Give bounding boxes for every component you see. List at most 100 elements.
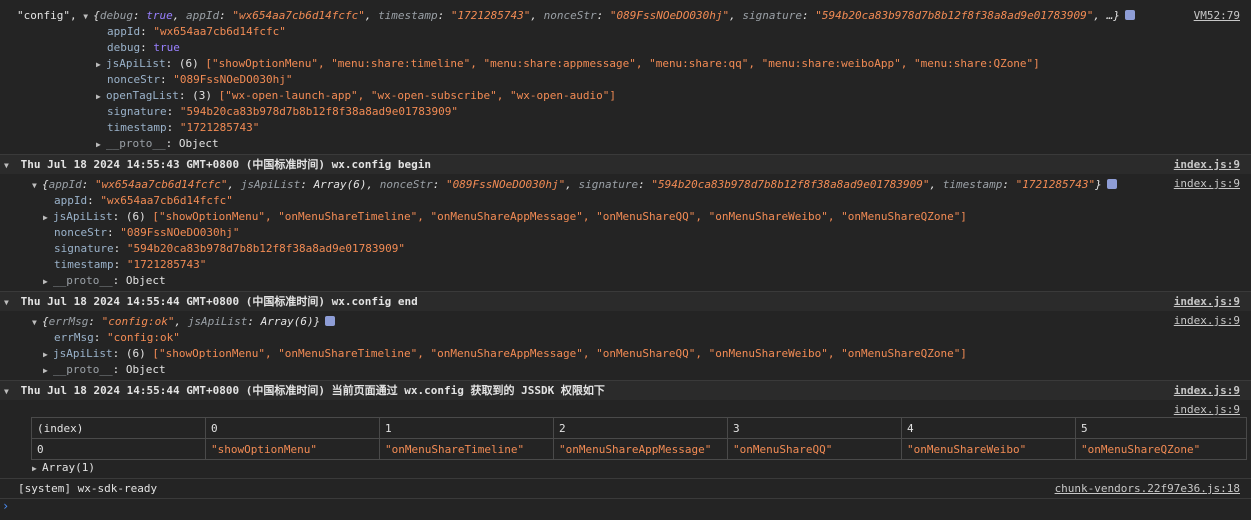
info-badge-icon[interactable]	[1124, 10, 1135, 20]
array-summary-row[interactable]: ▶ Array(1)	[32, 461, 95, 476]
table-header-cell[interactable]: 0	[205, 417, 380, 439]
preview-value: "1721285743"	[1015, 178, 1096, 191]
table-header-cell[interactable]: (index)	[31, 417, 206, 439]
prop-value: "config:ok"	[107, 331, 180, 344]
table-header-cell[interactable]: 1	[379, 417, 554, 439]
source-link[interactable]: index.js:9	[1174, 158, 1240, 172]
prop-value: Object	[125, 363, 166, 376]
collapse-triangle-icon[interactable]: ▶	[96, 58, 106, 72]
table-cell: "onMenuShareWeibo"	[901, 438, 1076, 460]
prop-key: nonceStr	[54, 226, 107, 239]
preview-value: "089FssNOeDO030hj"	[446, 178, 566, 191]
object-preview-line[interactable]: ▼ {appId: "wx654aa7cb6d14fcfc", jsApiList…	[32, 178, 1117, 193]
prop-row-jsapilist[interactable]: ▶ jsApiList: (6) ["showOptionMenu", "onMe…	[43, 347, 967, 362]
source-link[interactable]: index.js:9	[1174, 384, 1240, 398]
expand-triangle-icon[interactable]: ▼	[32, 179, 42, 193]
collapse-triangle-icon[interactable]: ▶	[43, 211, 53, 225]
source-link[interactable]: index.js:9	[1174, 295, 1240, 309]
expand-triangle-icon[interactable]: ▼	[4, 159, 14, 173]
prop-row: nonceStr: "089FssNOeDO030hj"	[54, 226, 240, 239]
table-header-cell[interactable]: 3	[727, 417, 902, 439]
prop-row-proto[interactable]: ▶ __proto__: Object	[96, 137, 219, 152]
config-preview-line[interactable]: "config", ▼ {debug: true, appId: "wx654aa…	[17, 9, 1135, 24]
prop-key: debug	[107, 41, 141, 54]
source-link[interactable]: index.js:9	[1174, 177, 1240, 191]
prop-key: __proto__	[106, 137, 166, 150]
array-count: (6)	[125, 210, 146, 223]
source-link[interactable]: index.js:9	[1174, 314, 1240, 328]
prop-key: jsApiList	[53, 210, 113, 223]
collapse-triangle-icon[interactable]: ▶	[43, 275, 53, 289]
preview-value: true	[146, 9, 173, 22]
source-link[interactable]: chunk-vendors.22f97e36.js:18	[1055, 482, 1240, 496]
table-header-cell[interactable]: 5	[1075, 417, 1247, 439]
prop-row: timestamp: "1721285743"	[54, 258, 207, 271]
preview-key: signature	[742, 9, 802, 22]
collapse-triangle-icon[interactable]: ▶	[96, 90, 106, 104]
system-message: [system] wx-sdk-ready	[18, 482, 158, 495]
prop-value: "wx654aa7cb6d14fcfc"	[153, 25, 286, 38]
prop-value: "089FssNOeDO030hj"	[120, 226, 240, 239]
source-link[interactable]: VM52:79	[1194, 9, 1240, 23]
array-count: (6)	[178, 57, 199, 70]
prop-row: signature: "594b20ca83b978d7b8b12f8f38a8…	[107, 105, 459, 118]
prop-key: openTagList	[106, 89, 179, 102]
group-header-jssdk-permissions[interactable]: ▼ Thu Jul 18 2024 14:55:44 GMT+0800 (中国标…	[0, 381, 1251, 400]
preview-value: Array(6)	[313, 178, 367, 191]
preview-value: Array(6)	[260, 315, 314, 328]
ellipsis: …}	[1106, 9, 1120, 22]
preview-key: errMsg	[48, 315, 89, 328]
prop-value: "1721285743"	[126, 258, 207, 271]
source-link[interactable]: index.js:9	[1174, 403, 1240, 417]
prop-key: appId	[107, 25, 141, 38]
prop-row-jsapilist[interactable]: ▶ jsApiList: (6) ["showOptionMenu", "menu…	[96, 57, 1040, 72]
collapse-triangle-icon[interactable]: ▶	[43, 364, 53, 378]
prop-value: Object	[125, 274, 166, 287]
table-header-cell[interactable]: 4	[901, 417, 1076, 439]
prop-row-jsapilist[interactable]: ▶ jsApiList: (6) ["showOptionMenu", "onMe…	[43, 210, 967, 225]
prop-row-proto[interactable]: ▶ __proto__: Object	[43, 363, 166, 378]
prop-row: nonceStr: "089FssNOeDO030hj"	[107, 73, 293, 86]
prop-key: nonceStr	[107, 73, 160, 86]
prop-row-proto[interactable]: ▶ __proto__: Object	[43, 274, 166, 289]
group-header-config-begin[interactable]: ▼ Thu Jul 18 2024 14:55:43 GMT+0800 (中国标…	[0, 155, 1251, 174]
array-count: (6)	[125, 347, 146, 360]
collapse-triangle-icon[interactable]: ▶	[96, 138, 106, 152]
group-title: Thu Jul 18 2024 14:55:44 GMT+0800 (中国标准时…	[20, 384, 605, 397]
prop-key: signature	[107, 105, 167, 118]
preview-key: nonceStr	[379, 178, 433, 191]
group-header-config-end[interactable]: ▼ Thu Jul 18 2024 14:55:44 GMT+0800 (中国标…	[0, 292, 1251, 311]
expand-triangle-icon[interactable]: ▼	[83, 10, 93, 24]
preview-value: "089FssNOeDO030hj"	[609, 9, 730, 22]
prop-key: timestamp	[54, 258, 114, 271]
table-header-cell[interactable]: 2	[553, 417, 728, 439]
console-input[interactable]	[16, 500, 1251, 518]
prop-value: "594b20ca83b978d7b8b12f8f38a8ad9e0178390…	[126, 242, 406, 255]
prop-row: errMsg: "config:ok"	[54, 331, 180, 344]
table-cell-index: 0	[31, 438, 206, 460]
prop-key: __proto__	[53, 274, 113, 287]
prop-row-opentaglist[interactable]: ▶ openTagList: (3) ["wx-open-launch-app",…	[96, 89, 616, 104]
table-row: 0 "showOptionMenu" "onMenuShareTimeline"…	[31, 438, 1247, 460]
preview-value: "594b20ca83b978d7b8b12f8f38a8ad9e0178390…	[651, 178, 930, 191]
table-cell: "showOptionMenu"	[205, 438, 380, 460]
info-badge-icon[interactable]	[1106, 179, 1117, 189]
prompt-chevron-icon: ›	[2, 499, 10, 513]
prop-key: errMsg	[54, 331, 94, 344]
prop-value: "594b20ca83b978d7b8b12f8f38a8ad9e0178390…	[179, 105, 459, 118]
divider	[0, 478, 1251, 479]
brace: {	[93, 9, 100, 22]
preview-key: nonceStr	[543, 9, 597, 22]
prop-row: timestamp: "1721285743"	[107, 121, 260, 134]
object-preview-line[interactable]: ▼ {errMsg: "config:ok", jsApiList: Array(…	[32, 315, 336, 330]
expand-triangle-icon[interactable]: ▼	[32, 316, 42, 330]
info-badge-icon[interactable]	[325, 316, 336, 326]
expand-triangle-icon[interactable]: ▼	[4, 296, 14, 310]
collapse-triangle-icon[interactable]: ▶	[43, 348, 53, 362]
expand-triangle-icon[interactable]: ▼	[4, 385, 14, 399]
collapse-triangle-icon[interactable]: ▶	[32, 462, 42, 476]
preview-value: "1721285743"	[450, 9, 531, 22]
group-title: Thu Jul 18 2024 14:55:44 GMT+0800 (中国标准时…	[20, 295, 418, 308]
prop-row: debug: true	[107, 41, 180, 54]
preview-key: appId	[185, 9, 220, 22]
